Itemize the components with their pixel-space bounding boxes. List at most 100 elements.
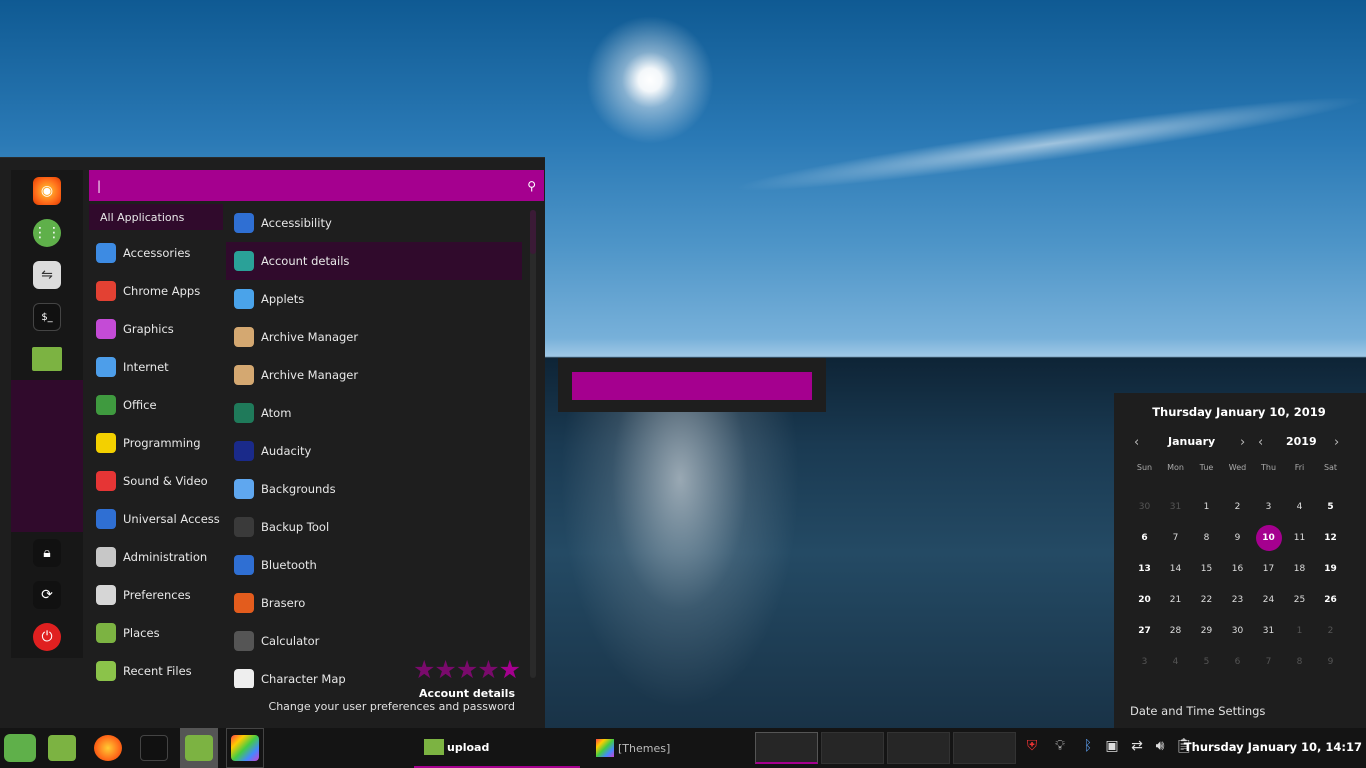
power-button[interactable]: ⏻: [11, 616, 83, 658]
fav-files[interactable]: [11, 338, 83, 380]
calendar-day[interactable]: 17: [1253, 553, 1284, 584]
category-item[interactable]: Programming: [89, 424, 223, 462]
prev-month-icon[interactable]: ‹: [1134, 435, 1139, 450]
workspace-2[interactable]: [821, 732, 884, 764]
app-item[interactable]: Brasero: [226, 584, 522, 622]
bulb-icon[interactable]: 💡︎: [1050, 738, 1070, 754]
calendar-day[interactable]: 26: [1315, 584, 1346, 615]
calendar-day[interactable]: 31: [1160, 491, 1191, 522]
category-item[interactable]: Accessories: [89, 234, 223, 272]
fav-firefox[interactable]: ◉: [11, 170, 83, 212]
app-item[interactable]: Accessibility: [226, 204, 522, 242]
calendar-day[interactable]: 14: [1160, 553, 1191, 584]
calendar-day[interactable]: 7: [1160, 522, 1191, 553]
calendar-day[interactable]: 8: [1191, 522, 1222, 553]
volume-icon[interactable]: 🔊︎: [1150, 738, 1170, 754]
launcher-terminal[interactable]: [136, 728, 172, 768]
calendar-day[interactable]: 5: [1315, 491, 1346, 522]
calendar-day[interactable]: 21: [1160, 584, 1191, 615]
calendar-day[interactable]: 23: [1222, 584, 1253, 615]
calendar-day[interactable]: 7: [1253, 646, 1284, 677]
fav-apps[interactable]: ⋮⋮: [11, 212, 83, 254]
fav-settings[interactable]: ⇋: [11, 254, 83, 296]
calendar-day[interactable]: 19: [1315, 553, 1346, 584]
window-upload[interactable]: upload: [414, 728, 580, 768]
lock-button[interactable]: 🔒︎: [11, 532, 83, 574]
menu-button[interactable]: [2, 728, 38, 768]
search-bar[interactable]: ⚲: [89, 170, 544, 201]
category-item[interactable]: All Applications: [89, 204, 223, 230]
app-list-scrollbar[interactable]: [530, 210, 536, 678]
calendar-day[interactable]: 4: [1284, 491, 1315, 522]
calendar-day[interactable]: 12: [1315, 522, 1346, 553]
calendar-today[interactable]: 10: [1253, 522, 1284, 553]
app-item[interactable]: Account details: [226, 242, 522, 280]
app-item[interactable]: Applets: [226, 280, 522, 318]
calendar-day[interactable]: 3: [1129, 646, 1160, 677]
category-item[interactable]: Administration: [89, 538, 223, 576]
calendar-day[interactable]: 18: [1284, 553, 1315, 584]
calendar-day[interactable]: 30: [1222, 615, 1253, 646]
calendar-day[interactable]: 16: [1222, 553, 1253, 584]
category-item[interactable]: Recent Files: [89, 652, 223, 690]
workspace-3[interactable]: [887, 732, 950, 764]
bluetooth-icon[interactable]: ᛒ: [1078, 738, 1098, 754]
calendar-day[interactable]: 20: [1129, 584, 1160, 615]
prev-year-icon[interactable]: ‹: [1258, 435, 1263, 450]
workspace-4[interactable]: [953, 732, 1016, 764]
calendar-day[interactable]: 6: [1222, 646, 1253, 677]
app-item[interactable]: Archive Manager: [226, 318, 522, 356]
launcher-firefox[interactable]: [90, 728, 126, 768]
fav-terminal[interactable]: $_: [11, 296, 83, 338]
calendar-day[interactable]: 9: [1315, 646, 1346, 677]
launcher-files-active[interactable]: [180, 728, 218, 768]
calendar-day[interactable]: 29: [1191, 615, 1222, 646]
network-icon[interactable]: ⇄: [1127, 738, 1147, 754]
app-item[interactable]: Audacity: [226, 432, 522, 470]
category-item[interactable]: Internet: [89, 348, 223, 386]
app-item[interactable]: Atom: [226, 394, 522, 432]
calendar-day[interactable]: 31: [1253, 615, 1284, 646]
search-input[interactable]: [97, 174, 528, 197]
calendar-day[interactable]: 4: [1160, 646, 1191, 677]
app-item[interactable]: Backup Tool: [226, 508, 522, 546]
calendar-day[interactable]: 5: [1191, 646, 1222, 677]
calendar-day[interactable]: 11: [1284, 522, 1315, 553]
category-item[interactable]: Preferences: [89, 576, 223, 614]
calendar-day[interactable]: 1: [1191, 491, 1222, 522]
calendar-day[interactable]: 24: [1253, 584, 1284, 615]
category-item[interactable]: Places: [89, 614, 223, 652]
app-item[interactable]: Archive Manager: [226, 356, 522, 394]
app-item[interactable]: Bluetooth: [226, 546, 522, 584]
window-themes[interactable]: [Themes]: [584, 728, 750, 768]
date-time-settings-link[interactable]: Date and Time Settings: [1130, 704, 1265, 718]
calendar-day[interactable]: 3: [1253, 491, 1284, 522]
app-item[interactable]: Backgrounds: [226, 470, 522, 508]
calendar-day[interactable]: 8: [1284, 646, 1315, 677]
clock[interactable]: Thursday January 10, 14:17: [1184, 740, 1362, 754]
calendar-day[interactable]: 1: [1284, 615, 1315, 646]
logout-button[interactable]: ⟳: [11, 574, 83, 616]
calendar-day[interactable]: 13: [1129, 553, 1160, 584]
calendar-day[interactable]: 27: [1129, 615, 1160, 646]
next-year-icon[interactable]: ›: [1334, 435, 1339, 450]
screenshot-icon[interactable]: ▣: [1102, 738, 1122, 754]
shield-icon[interactable]: ⛨: [1022, 738, 1042, 754]
category-item[interactable]: Graphics: [89, 310, 223, 348]
workspace-1[interactable]: [755, 732, 818, 764]
calendar-day[interactable]: 9: [1222, 522, 1253, 553]
next-month-icon[interactable]: ›: [1240, 435, 1245, 450]
category-item[interactable]: Sound & Video: [89, 462, 223, 500]
calendar-day[interactable]: 2: [1222, 491, 1253, 522]
calendar-day[interactable]: 30: [1129, 491, 1160, 522]
launcher-themes[interactable]: [226, 728, 264, 768]
calendar-day[interactable]: 28: [1160, 615, 1191, 646]
scrollbar-thumb[interactable]: [530, 210, 536, 254]
launcher-files[interactable]: [44, 728, 80, 768]
calendar-day[interactable]: 2: [1315, 615, 1346, 646]
category-item[interactable]: Universal Access: [89, 500, 223, 538]
calendar-day[interactable]: 22: [1191, 584, 1222, 615]
category-item[interactable]: Office: [89, 386, 223, 424]
category-item[interactable]: Chrome Apps: [89, 272, 223, 310]
calendar-day[interactable]: 15: [1191, 553, 1222, 584]
